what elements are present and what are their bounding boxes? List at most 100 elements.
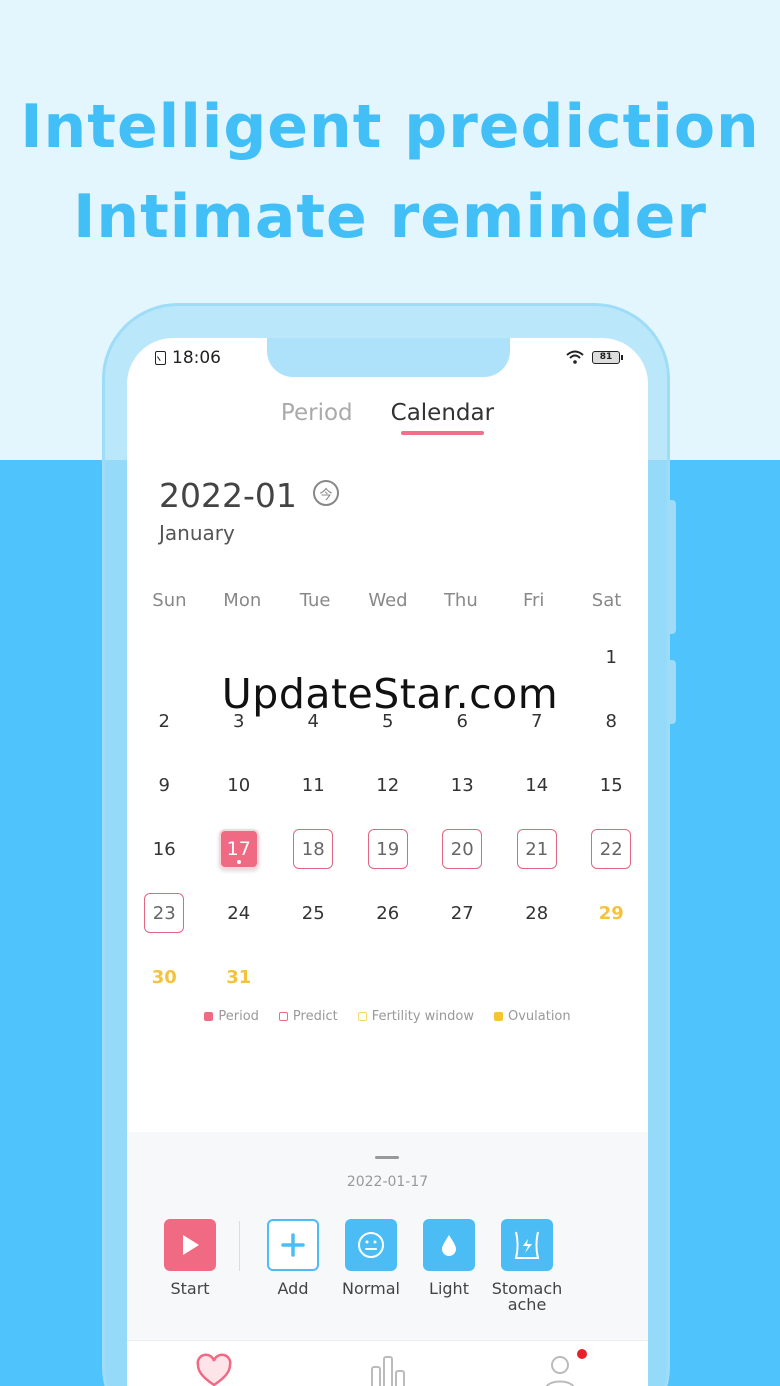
sim-icon	[155, 351, 166, 365]
actions-divider	[239, 1221, 240, 1271]
calendar-day-26[interactable]: 26	[351, 881, 426, 945]
calendar-day-number: 22	[591, 829, 632, 869]
weekday-label: Tue	[299, 590, 331, 611]
calendar-day-25[interactable]: 25	[276, 881, 351, 945]
legend-label: Predict	[292, 1009, 338, 1024]
weekday-label: Thu	[443, 590, 478, 611]
calendar-day-20[interactable]: 20	[425, 817, 500, 881]
calendar-day-number: 24	[227, 902, 251, 924]
calendar-day-number: 15	[599, 774, 623, 796]
calendar-day-number: 16	[152, 838, 176, 860]
calendar-day-14[interactable]: 14	[500, 753, 575, 817]
calendar-day-number: 23	[144, 893, 185, 933]
calendar-day-number: 21	[516, 829, 557, 869]
add-button[interactable]: Add	[254, 1219, 332, 1313]
calendar-day-29[interactable]: 29	[574, 881, 648, 945]
weekday-header: Sun Mon Tue Wed Thu Fri Sat	[133, 590, 643, 611]
play-icon	[164, 1219, 216, 1271]
light-label: Light	[429, 1279, 469, 1298]
add-label: Add	[277, 1279, 309, 1298]
calendar-day-number: 9	[158, 774, 170, 796]
calendar-day-17[interactable]: 17	[202, 817, 277, 881]
start-label: Start	[170, 1279, 210, 1298]
weekday-label: Fri	[522, 590, 545, 611]
normal-label: Normal	[342, 1279, 400, 1298]
legend-item-fertile: Fertility window	[357, 1009, 474, 1024]
normal-mood-button[interactable]: Normal	[332, 1219, 410, 1313]
watermark-text: UpdateStar.com	[221, 670, 559, 718]
wifi-icon	[566, 350, 584, 364]
calendar-day-24[interactable]: 24	[202, 881, 277, 945]
calendar-day-28[interactable]: 28	[500, 881, 575, 945]
calendar-day-number: 25	[301, 902, 325, 924]
promo-headline-line1: Intelligent prediction	[20, 92, 760, 162]
calendar-day-number: 28	[525, 902, 549, 924]
light-flow-button[interactable]: Light	[410, 1219, 488, 1313]
calendar-day-number: 27	[450, 902, 474, 924]
calendar-day-31[interactable]: 31	[202, 945, 277, 1009]
calendar-day-number: 10	[227, 774, 251, 796]
legend-item-ovul: Ovulation	[493, 1009, 571, 1024]
calendar-day-13[interactable]: 13	[425, 753, 500, 817]
status-bar-left: 18:06	[155, 348, 221, 368]
calendar-day-number: 17	[218, 829, 259, 869]
neutral-face-icon	[345, 1219, 397, 1271]
heart-nav-icon[interactable]	[194, 1351, 234, 1386]
legend-swatch	[204, 1012, 214, 1021]
calendar-legend: Period Predict Fertility window Ovulation	[127, 1009, 648, 1024]
calendar-day-16[interactable]: 16	[127, 817, 202, 881]
stomach-ache-icon	[501, 1219, 553, 1271]
weekday-label: Mon	[223, 590, 262, 611]
today-icon[interactable]: 今	[313, 480, 339, 506]
legend-item-period: Period	[204, 1009, 259, 1024]
status-bar-right: 81	[566, 350, 623, 364]
weekday-label: Sun	[152, 590, 187, 611]
phone-side-button	[668, 500, 676, 634]
quick-actions: Start Add Normal Light Stomach ache	[151, 1219, 566, 1313]
status-time: 18:06	[172, 348, 221, 368]
tab-period[interactable]: Period	[281, 400, 353, 434]
legend-label: Period	[218, 1009, 259, 1024]
calendar-day-number: 20	[442, 829, 483, 869]
calendar-day-number: 29	[598, 902, 624, 924]
calendar-day-number: 14	[525, 774, 549, 796]
calendar-day-27[interactable]: 27	[425, 881, 500, 945]
calendar-day-number: 13	[450, 774, 474, 796]
calendar-day-15[interactable]: 15	[574, 753, 648, 817]
calendar-day-22[interactable]: 22	[574, 817, 648, 881]
calendar-day-9[interactable]: 9	[127, 753, 202, 817]
phone-notch	[267, 338, 510, 377]
calendar-day-number: 26	[376, 902, 400, 924]
tab-calendar[interactable]: Calendar	[391, 400, 494, 435]
start-button[interactable]: Start	[151, 1219, 229, 1313]
selected-date: 2022-01-17	[346, 1174, 429, 1190]
calendar-month-name: January	[159, 521, 235, 545]
sheet-drag-handle[interactable]	[375, 1156, 399, 1159]
legend-swatch	[493, 1012, 503, 1021]
legend-item-predict: Predict	[278, 1009, 338, 1024]
calendar-day-19[interactable]: 19	[351, 817, 426, 881]
plus-icon	[267, 1219, 319, 1271]
calendar-day-21[interactable]: 21	[500, 817, 575, 881]
bottom-nav	[127, 1340, 648, 1386]
weekday-label: Sat	[591, 590, 622, 611]
calendar-month: 2022-01	[159, 476, 297, 515]
calendar-day-11[interactable]: 11	[276, 753, 351, 817]
profile-nav-icon[interactable]	[540, 1351, 580, 1386]
calendar-day-30[interactable]: 30	[127, 945, 202, 1009]
calendar-day-number: 11	[301, 774, 325, 796]
droplet-icon	[423, 1219, 475, 1271]
calendar-day-18[interactable]: 18	[276, 817, 351, 881]
calendar-day-number: 30	[151, 966, 177, 988]
battery-icon: 81	[592, 350, 623, 364]
calendar-day-23[interactable]: 23	[127, 881, 202, 945]
calendar-day-10[interactable]: 10	[202, 753, 277, 817]
phone-screen: 18:06 81 Period Calendar 2022-01 今 Janua…	[127, 338, 648, 1386]
top-tabs: Period Calendar	[127, 400, 648, 435]
calendar-day-number: 18	[293, 829, 334, 869]
calendar-day-12[interactable]: 12	[351, 753, 426, 817]
chart-nav-icon[interactable]	[368, 1351, 408, 1386]
promo-headline-line2: Intimate reminder	[73, 182, 707, 252]
stomach-ache-button[interactable]: Stomach ache	[488, 1219, 566, 1313]
stomach-label: Stomach ache	[491, 1279, 563, 1314]
